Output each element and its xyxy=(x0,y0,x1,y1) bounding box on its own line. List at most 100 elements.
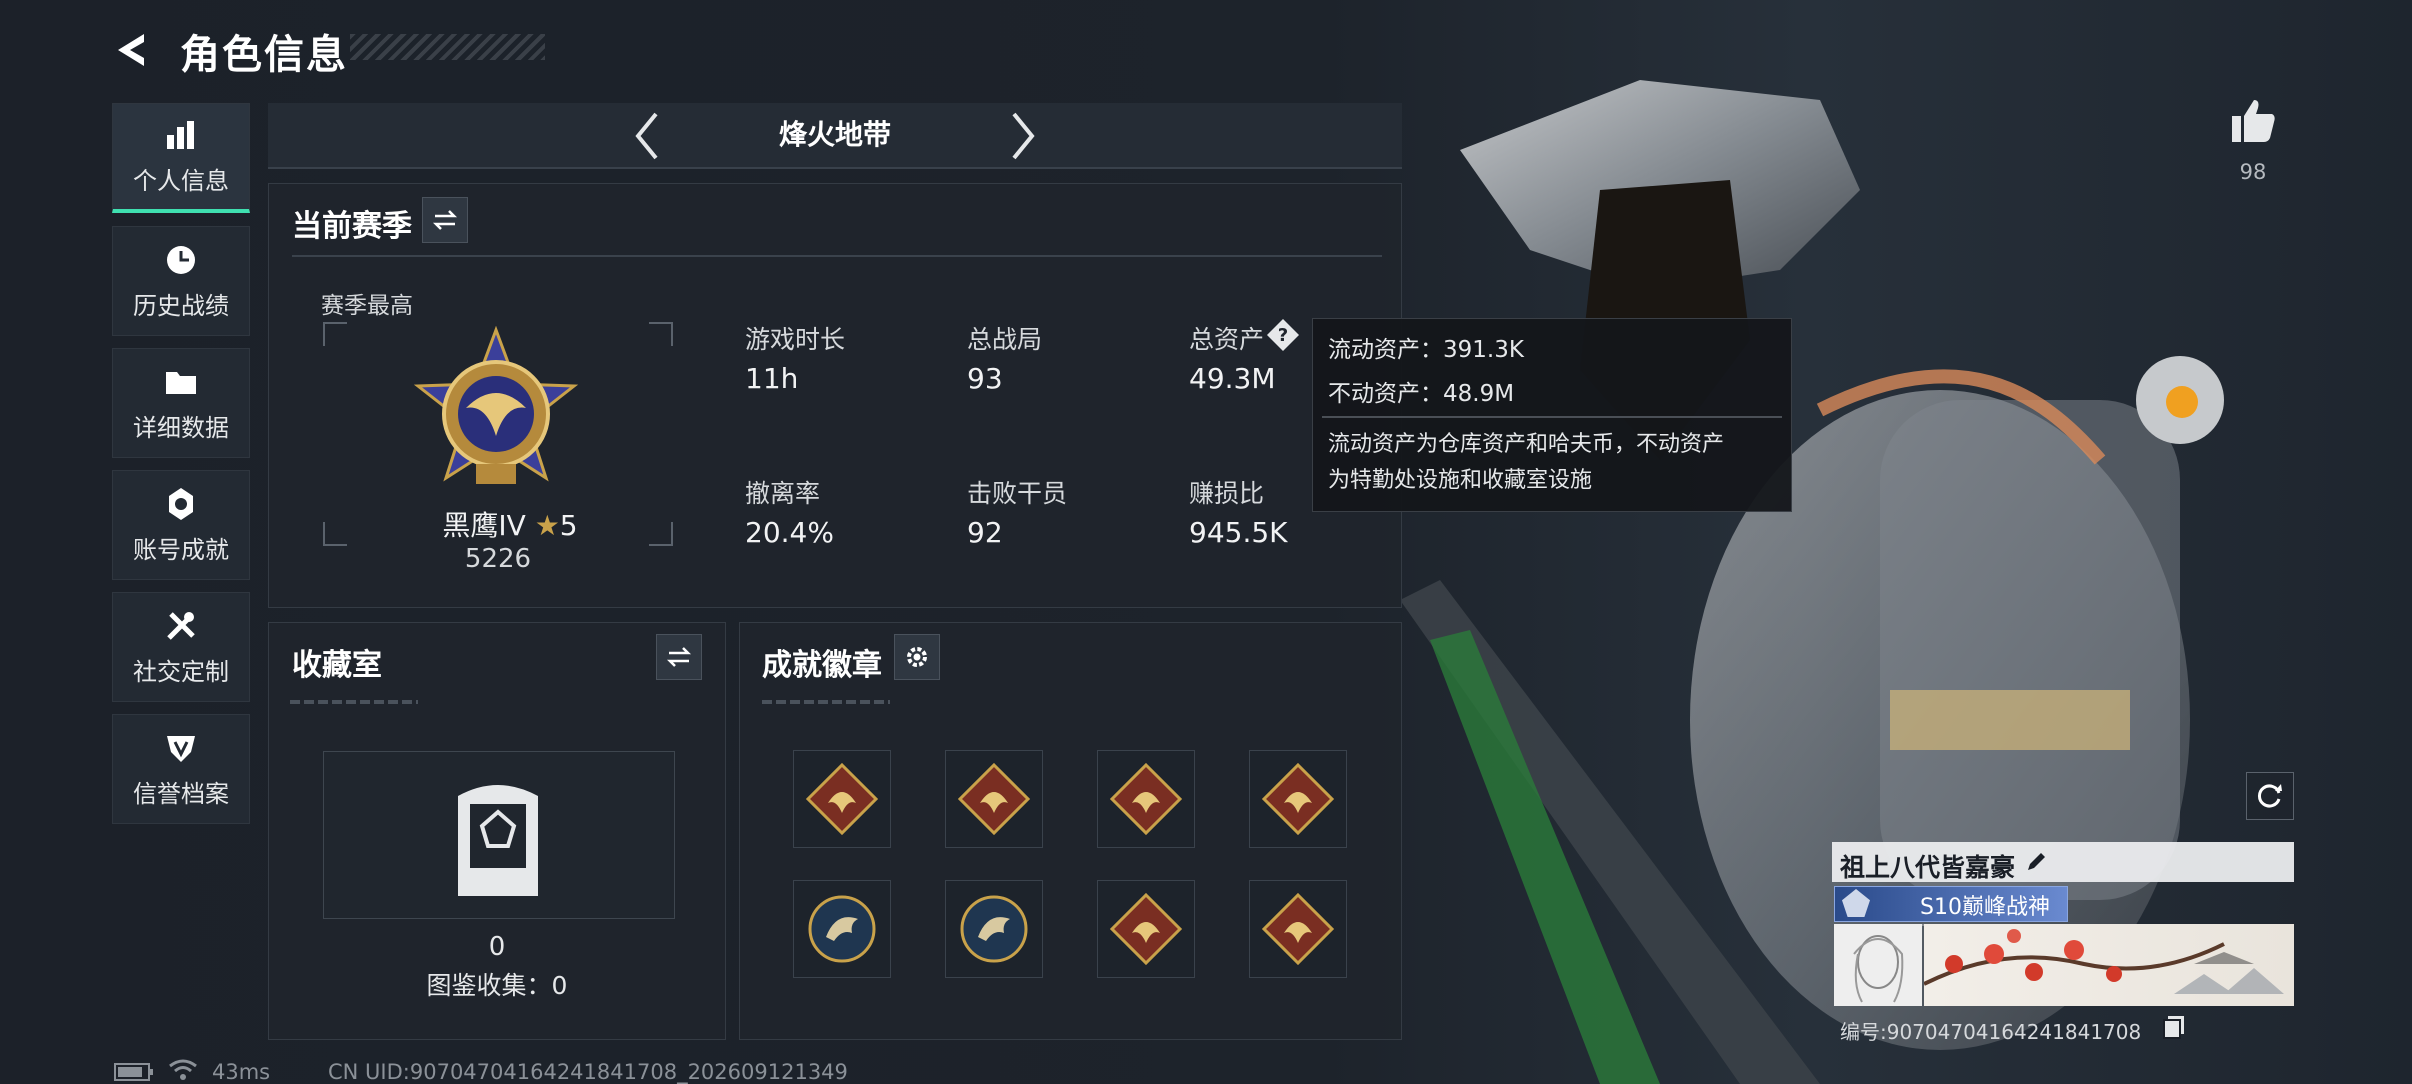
stat-value-extract-rate: 20.4% xyxy=(745,516,834,549)
divider xyxy=(292,255,1382,257)
page-title: 角色信息 xyxy=(180,32,348,78)
eagle-badge-icon xyxy=(806,763,878,835)
season-best-label: 赛季最高 xyxy=(321,293,413,319)
rank-name: 黑鹰IV xyxy=(442,509,526,542)
edit-icon[interactable] xyxy=(2024,850,2048,874)
player-id: 编号:9070470416424184170​8 xyxy=(1840,1020,2142,1044)
player-banner xyxy=(1923,924,2294,1006)
battery-icon xyxy=(114,1063,153,1081)
title-decoration xyxy=(350,34,545,60)
collection-switch-button[interactable] xyxy=(656,634,702,680)
star-icon: ★ xyxy=(534,509,560,542)
rank-points: 5226 xyxy=(464,544,532,574)
player-name: 祖上八代皆嘉豪 xyxy=(1840,853,2016,882)
uid-text: CN UID:9070470416424184170​8_20260912134… xyxy=(328,1060,848,1084)
badge-slot[interactable] xyxy=(1249,880,1347,978)
badge-slot[interactable] xyxy=(793,880,891,978)
divider xyxy=(290,700,418,704)
rank-stars: 5 xyxy=(559,509,578,542)
achievements-settings-button[interactable] xyxy=(894,634,940,680)
wing-badge-icon xyxy=(1262,893,1334,965)
eagle-badge-icon xyxy=(1262,763,1334,835)
stat-label-profit-ratio: 赚损比 xyxy=(1189,479,1265,508)
badge-slot[interactable] xyxy=(793,750,891,848)
medal-icon xyxy=(169,487,193,520)
season-switch-button[interactable] xyxy=(422,197,468,243)
frame-corner xyxy=(323,322,347,346)
copy-icon[interactable] xyxy=(2162,1014,2186,1040)
ping-text: 43ms xyxy=(212,1060,271,1084)
sidebar-item-credit-record[interactable]: 信誉档案 xyxy=(112,714,250,824)
stat-value-total-matches: 93 xyxy=(967,362,1003,395)
rotate-button[interactable] xyxy=(2246,772,2294,820)
badge-slot[interactable] xyxy=(1097,880,1195,978)
badge-grid xyxy=(793,750,1353,980)
badge-slot[interactable] xyxy=(1097,750,1195,848)
plum-blossom-banner-icon xyxy=(1923,929,2284,994)
tools-icon xyxy=(167,611,195,640)
sidebar-item-label: 社交定制 xyxy=(133,657,229,686)
frame-corner xyxy=(649,322,673,346)
badge-slot[interactable] xyxy=(945,750,1043,848)
achievements-title: 成就徽章 xyxy=(762,648,882,683)
mode-tab-label: 烽火地带 xyxy=(778,118,891,151)
sidebar-item-label: 详细数据 xyxy=(133,413,229,442)
sidebar-item-label: 信誉档案 xyxy=(133,779,229,808)
eagle-badge-icon xyxy=(958,763,1030,835)
tooltip-liquid-assets: 流动资产：391.3K xyxy=(1328,337,1524,363)
swap-icon xyxy=(666,647,692,667)
sidebar-item-achievements[interactable]: 账号成就 xyxy=(112,470,250,580)
sidebar-item-social-custom[interactable]: 社交定制 xyxy=(112,592,250,702)
refresh-icon xyxy=(2257,784,2282,808)
stat-value-playtime: 11h xyxy=(745,362,799,395)
svg-text:?: ? xyxy=(1278,325,1288,346)
player-title: S10巅峰战神 xyxy=(1920,895,2050,920)
chevron-left-icon[interactable] xyxy=(628,108,668,164)
collection-catalog: 图鉴收集：0 xyxy=(426,971,568,1000)
bar-chart-icon xyxy=(167,121,194,149)
eagle-head-badge-icon xyxy=(960,895,1028,963)
eagle-badge-icon xyxy=(1110,893,1182,965)
stat-label-playtime: 游戏时长 xyxy=(745,325,846,354)
rank-emblem-icon xyxy=(413,326,579,484)
sidebar-item-label: 历史战绩 xyxy=(133,291,229,320)
tooltip-desc-line2: 为特勤处设施和收藏室设施 xyxy=(1328,468,1593,493)
sidebar-item-label: 个人信息 xyxy=(133,167,229,195)
back-arrow-icon[interactable] xyxy=(112,28,156,72)
eagle-head-badge-icon xyxy=(808,895,876,963)
collection-cabinet-icon xyxy=(458,785,538,896)
badge-slot[interactable] xyxy=(945,880,1043,978)
folder-icon xyxy=(166,371,196,394)
like-count: 98 xyxy=(2239,160,2267,184)
swap-icon xyxy=(432,210,458,230)
season-title: 当前赛季 xyxy=(292,209,412,244)
stat-value-total-assets: 49.3M xyxy=(1189,362,1276,395)
thumbs-up-icon[interactable] xyxy=(2228,96,2278,146)
tooltip-fixed-assets: 不动资产：48.9M xyxy=(1328,381,1515,407)
sidebar-item-label: 账号成就 xyxy=(133,535,229,564)
portrait-sketch-icon xyxy=(1853,935,1904,1003)
divider xyxy=(762,700,890,704)
frame-corner xyxy=(323,522,347,546)
tooltip-divider xyxy=(1322,416,1782,418)
tooltip-desc-line1: 流动资产为仓库资产和哈夫币，不动资产 xyxy=(1328,432,1725,457)
sidebar-item-match-history[interactable]: 历史战绩 xyxy=(112,226,250,336)
wifi-icon xyxy=(169,1059,197,1080)
stat-label-total-assets: 总资产 xyxy=(1189,325,1265,354)
badge-slot[interactable] xyxy=(1249,750,1347,848)
stat-label-total-matches: 总战局 xyxy=(967,325,1043,354)
gear-icon xyxy=(907,647,927,667)
rank-name-row: 黑鹰IV ★5 xyxy=(420,504,600,544)
sidebar-item-personal-info[interactable]: 个人信息 xyxy=(112,103,250,213)
clock-icon xyxy=(167,245,195,274)
frame-corner xyxy=(649,522,673,546)
chevron-right-icon[interactable] xyxy=(1002,108,1042,164)
help-icon[interactable]: ? xyxy=(1266,318,1300,352)
stat-label-kills: 击败干员 xyxy=(967,479,1068,508)
collection-title: 收藏室 xyxy=(292,648,382,683)
stat-label-extract-rate: 撤离率 xyxy=(745,479,821,508)
shield-icon xyxy=(167,735,195,762)
eagle-badge-icon xyxy=(1110,763,1182,835)
player-avatar[interactable] xyxy=(1834,924,1922,1006)
sidebar-item-detailed-data[interactable]: 详细数据 xyxy=(112,348,250,458)
